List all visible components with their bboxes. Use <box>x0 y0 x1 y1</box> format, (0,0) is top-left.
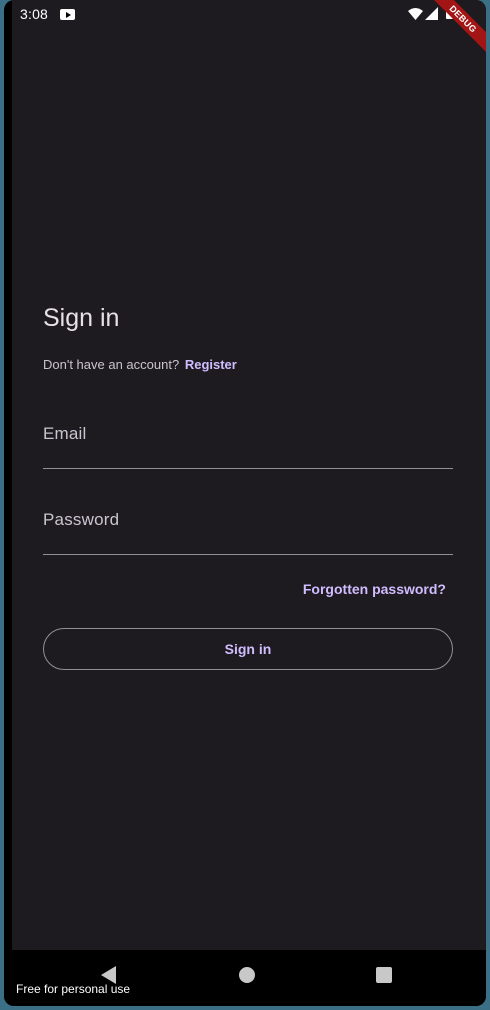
wifi-icon <box>408 8 423 20</box>
recents-icon[interactable] <box>376 967 392 983</box>
home-icon[interactable] <box>239 967 255 983</box>
password-label: Password <box>43 510 120 529</box>
email-field[interactable]: Email <box>43 420 453 469</box>
register-link[interactable]: Register <box>185 357 237 372</box>
sign-in-button-label: Sign in <box>224 641 272 657</box>
page-title: Sign in <box>43 304 120 332</box>
status-bar: 3:08 <box>12 0 486 30</box>
debug-banner-wrap: DEBUG <box>426 0 486 60</box>
status-time: 3:08 <box>20 6 49 22</box>
password-field[interactable]: Password <box>43 506 453 555</box>
email-label: Email <box>43 424 87 443</box>
app-screen: 3:08 DEBUG Sign in Don't have an account… <box>12 0 486 950</box>
sign-in-button[interactable]: Sign in <box>43 628 453 670</box>
navigation-bar: Free for personal use <box>4 950 486 1006</box>
phone-device: 3:08 DEBUG Sign in Don't have an account… <box>4 0 486 1006</box>
youtube-icon <box>60 9 75 20</box>
forgot-password-link[interactable]: Forgotten password? <box>303 581 446 597</box>
register-prompt: Don't have an account? Register <box>43 357 237 372</box>
no-account-text: Don't have an account? <box>43 357 180 372</box>
watermark-text: Free for personal use <box>16 982 131 996</box>
debug-banner: DEBUG <box>426 0 486 56</box>
